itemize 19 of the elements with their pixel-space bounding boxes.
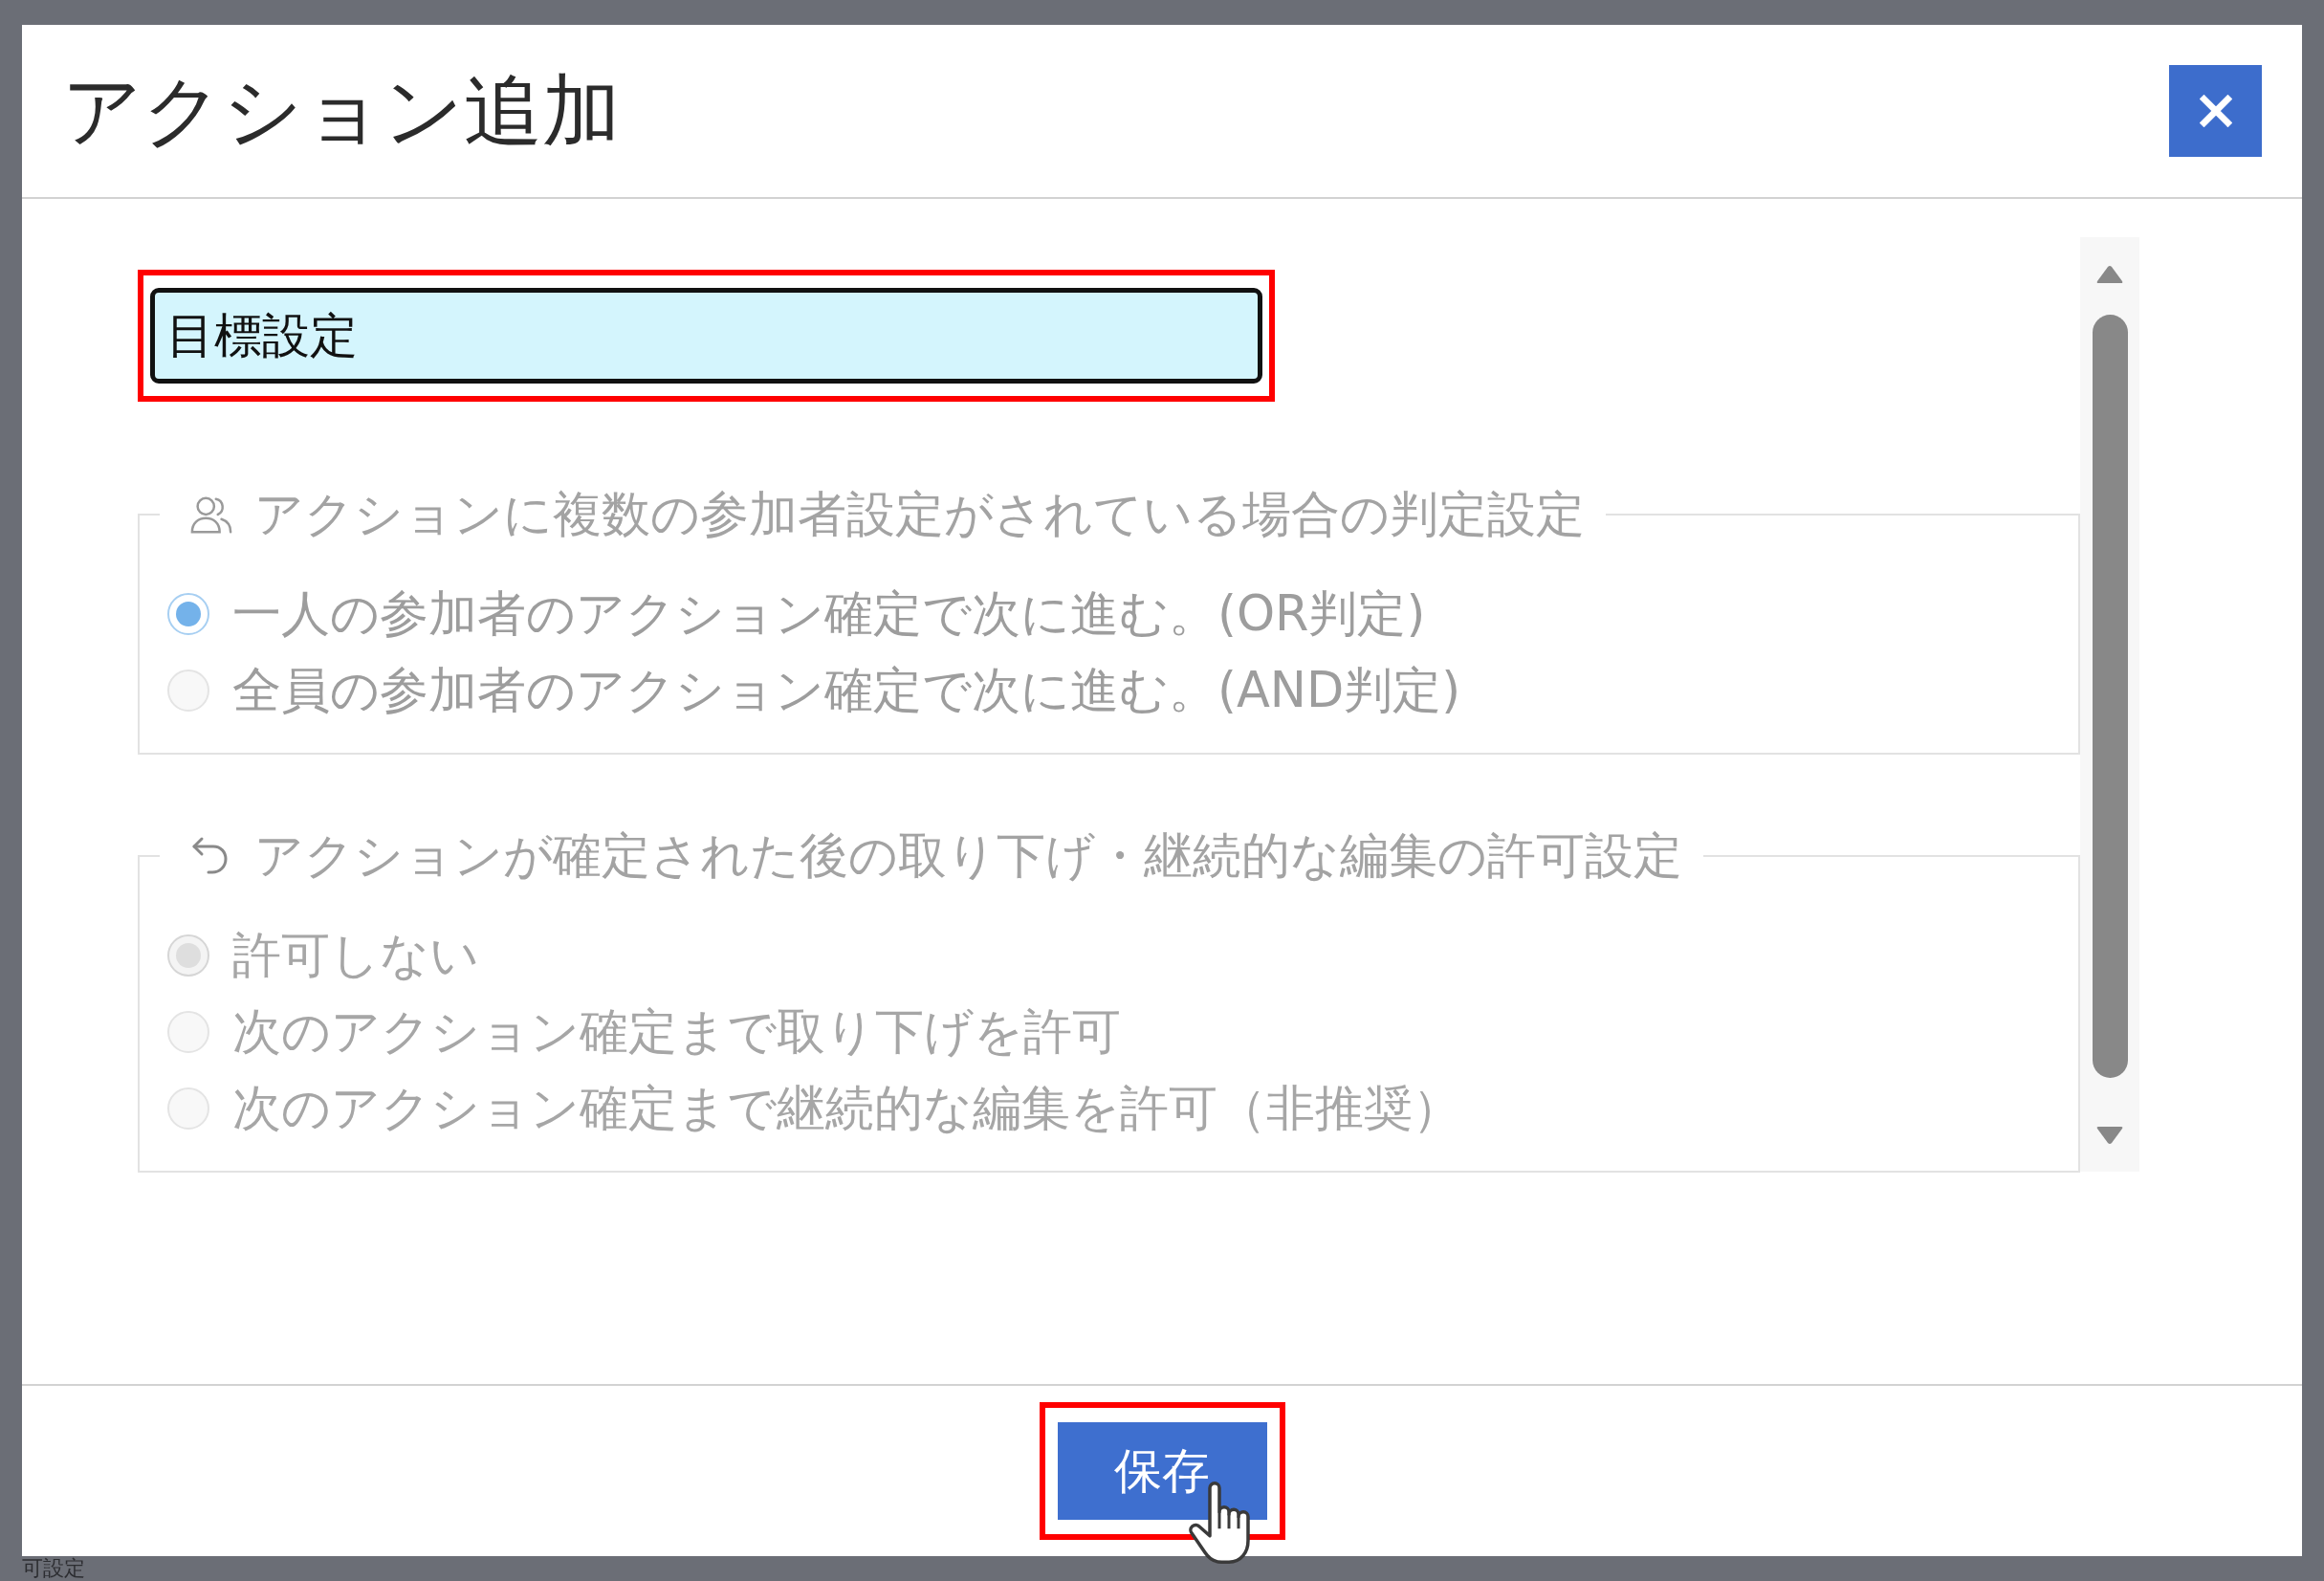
close-icon [2199, 95, 2232, 127]
radio-label: 次のアクション確定まで継続的な編集を許可（非推奨） [232, 1083, 1461, 1134]
group-legend: アクションに複数の参加者設定がされている場合の判定設定 [254, 491, 1585, 538]
group-legend: アクションが確定された後の取り下げ・継続的な編集の許可設定 [254, 832, 1682, 880]
dialog-title: アクション追加 [62, 67, 621, 155]
radio-label: 全員の参加者のアクション確定で次に進む。(AND判定) [232, 665, 1461, 716]
radio-button[interactable] [167, 593, 209, 635]
save-button[interactable]: 保存 [1057, 1422, 1267, 1520]
scroll-up-icon[interactable] [2095, 265, 2124, 284]
background-text: 可設定 [22, 1556, 85, 1581]
radio-label: 次のアクション確定まで取り下げを許可 [232, 1006, 1121, 1058]
radio-label: 一人の参加者のアクション確定で次に進む。(OR判定) [232, 588, 1426, 640]
name-input[interactable]: 目標設定 [150, 288, 1262, 384]
scrollbar-thumb[interactable] [2092, 315, 2128, 1078]
scrollbar[interactable] [2080, 237, 2139, 1172]
scroll-down-icon[interactable] [2095, 1126, 2124, 1145]
close-button[interactable] [2169, 65, 2262, 157]
radio-button[interactable] [167, 670, 209, 712]
radio-label: 許可しない [232, 930, 479, 981]
